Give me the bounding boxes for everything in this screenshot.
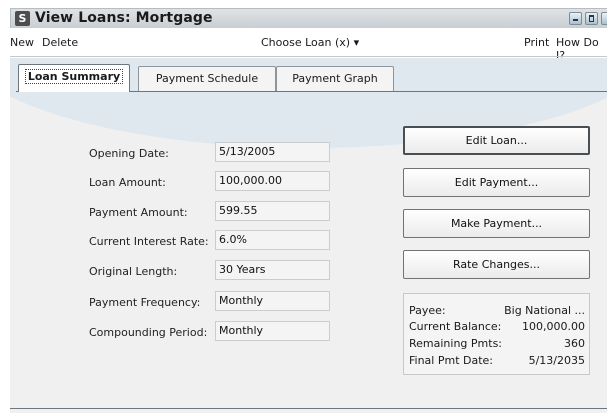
make-payment-button[interactable]: Make Payment... — [403, 209, 590, 238]
current-balance-value: 100,000.00 — [522, 320, 585, 333]
current-balance-row: Current Balance: 100,000.00 — [409, 320, 585, 336]
payee-value: Big National ... — [504, 304, 585, 317]
menu-bar: New Delete Choose Loan (x) ▾ Print How D… — [10, 34, 607, 62]
payee-row: Payee: Big National ... — [409, 304, 585, 320]
title-bar[interactable]: S View Loans: Mortgage — [10, 8, 607, 28]
tab-loan-summary[interactable]: Loan Summary — [18, 64, 130, 92]
window-title: View Loans: Mortgage — [35, 10, 213, 26]
remaining-pmts-row: Remaining Pmts: 360 — [409, 337, 585, 353]
final-pmt-date-value: 5/13/2035 — [528, 354, 585, 367]
edit-loan-button[interactable]: Edit Loan... — [403, 126, 590, 155]
rate-changes-button[interactable]: Rate Changes... — [403, 250, 590, 279]
app-logo-icon: S — [15, 11, 30, 26]
window-bottom-border — [10, 408, 607, 409]
loan-summary-box: Payee: Big National ... Current Balance:… — [403, 293, 590, 375]
opening-date-value: 5/13/2005 — [215, 142, 330, 162]
menu-delete[interactable]: Delete — [42, 36, 78, 49]
interest-rate-value: 6.0% — [215, 230, 330, 250]
menu-new[interactable]: New — [10, 36, 34, 49]
tab-payment-graph[interactable]: Payment Graph — [276, 66, 394, 91]
final-pmt-date-row: Final Pmt Date: 5/13/2035 — [409, 354, 585, 370]
payment-amount-label: Payment Amount: — [89, 206, 188, 219]
close-icon[interactable] — [601, 12, 607, 25]
interest-rate-label: Current Interest Rate: — [89, 235, 209, 248]
remaining-pmts-label: Remaining Pmts: — [409, 337, 503, 350]
remaining-pmts-value: 360 — [564, 337, 585, 350]
compounding-period-value: Monthly — [215, 321, 330, 341]
view-loans-window: S View Loans: Mortgage New Delete Choose… — [0, 0, 607, 413]
menu-divider — [10, 56, 607, 57]
opening-date-label: Opening Date: — [89, 147, 169, 160]
loan-amount-value: 100,000.00 — [215, 171, 330, 191]
payment-frequency-value: Monthly — [215, 291, 330, 311]
payment-frequency-label: Payment Frequency: — [89, 296, 201, 309]
tab-payment-schedule-label: Payment Schedule — [155, 72, 259, 85]
minimize-icon[interactable] — [569, 12, 582, 25]
final-pmt-date-label: Final Pmt Date: — [409, 354, 494, 367]
tab-loan-summary-label: Loan Summary — [24, 69, 124, 84]
tab-payment-graph-label: Payment Graph — [292, 72, 378, 85]
maximize-icon[interactable] — [585, 12, 598, 25]
choose-loan-dropdown[interactable]: Choose Loan (x) ▾ — [261, 36, 359, 49]
tab-payment-schedule[interactable]: Payment Schedule — [138, 66, 276, 91]
loan-amount-label: Loan Amount: — [89, 176, 166, 189]
menu-print[interactable]: Print — [524, 36, 549, 49]
current-balance-label: Current Balance: — [409, 320, 502, 333]
compounding-period-label: Compounding Period: — [89, 326, 208, 339]
payment-amount-value: 599.55 — [215, 201, 330, 221]
edit-payment-button[interactable]: Edit Payment... — [403, 168, 590, 197]
payee-label: Payee: — [409, 304, 446, 317]
original-length-label: Original Length: — [89, 265, 178, 278]
original-length-value: 30 Years — [215, 260, 330, 280]
